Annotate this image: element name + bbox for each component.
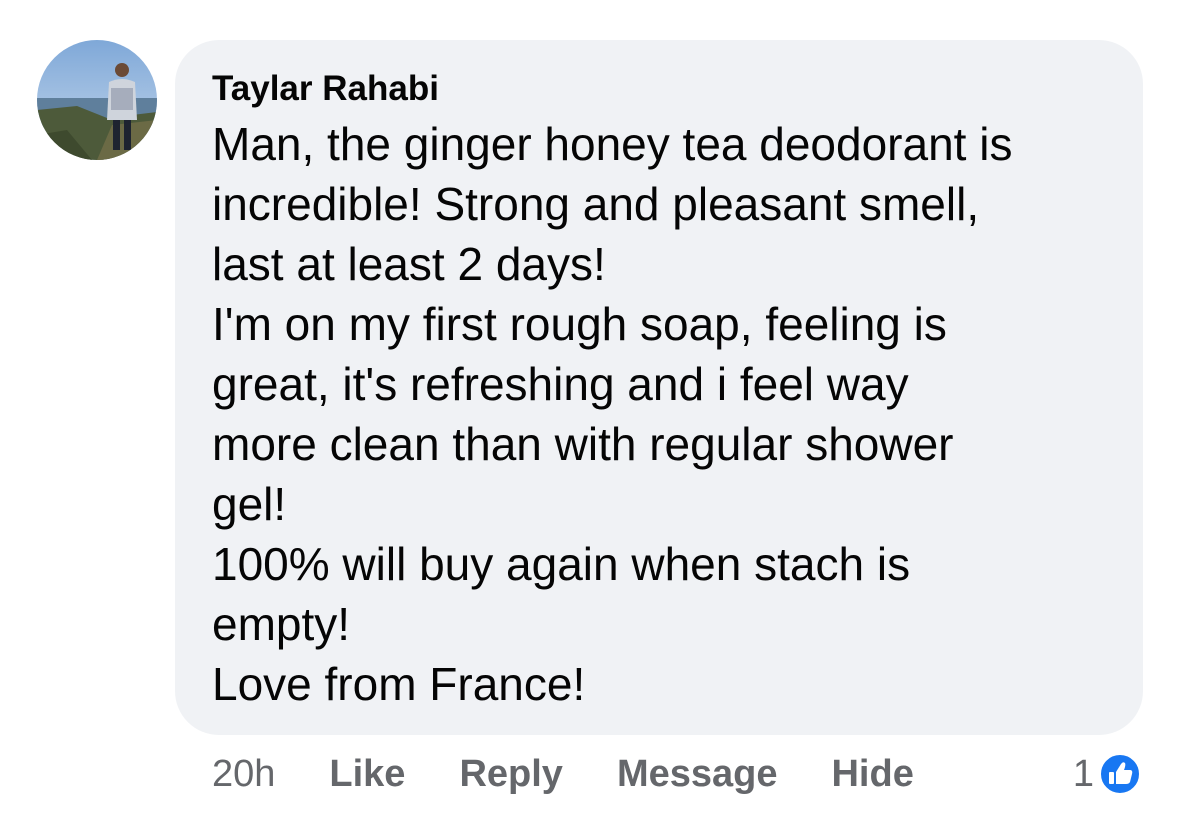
message-button[interactable]: Message: [617, 748, 778, 800]
comment-line: I'm on my first rough soap, feeling is: [212, 298, 947, 350]
avatar-photo: [37, 40, 157, 160]
comment-line: last at least 2 days!: [212, 238, 606, 290]
comment-line: Man, the ginger honey tea deodorant is: [212, 118, 1013, 170]
comment: Taylar Rahabi Man, the ginger honey tea …: [0, 0, 1179, 834]
comment-line: gel!: [212, 478, 287, 530]
like-button[interactable]: Like: [329, 748, 405, 800]
comment-line: more clean than with regular shower: [212, 418, 954, 470]
reply-button[interactable]: Reply: [459, 748, 562, 800]
comment-line: Love from France!: [212, 658, 586, 710]
comment-actions: 20h Like Reply Message Hide: [212, 748, 968, 800]
author-name[interactable]: Taylar Rahabi: [212, 68, 1113, 110]
reaction-summary[interactable]: 1: [1073, 748, 1142, 800]
reaction-count: 1: [1072, 752, 1094, 795]
comment-line: great, it's refreshing and i feel way: [212, 358, 909, 410]
comment-text: Man, the ginger honey tea deodorant is i…: [212, 114, 1113, 714]
comment-bubble: Taylar Rahabi Man, the ginger honey tea …: [175, 40, 1143, 735]
hide-button[interactable]: Hide: [831, 748, 913, 800]
comment-line: empty!: [212, 598, 351, 650]
timestamp[interactable]: 20h: [212, 748, 275, 800]
comment-line: incredible! Strong and pleasant smell,: [212, 178, 980, 230]
thumbs-up-icon: [1099, 753, 1141, 795]
comment-line: 100% will buy again when stach is: [212, 538, 911, 590]
avatar[interactable]: [37, 40, 157, 160]
